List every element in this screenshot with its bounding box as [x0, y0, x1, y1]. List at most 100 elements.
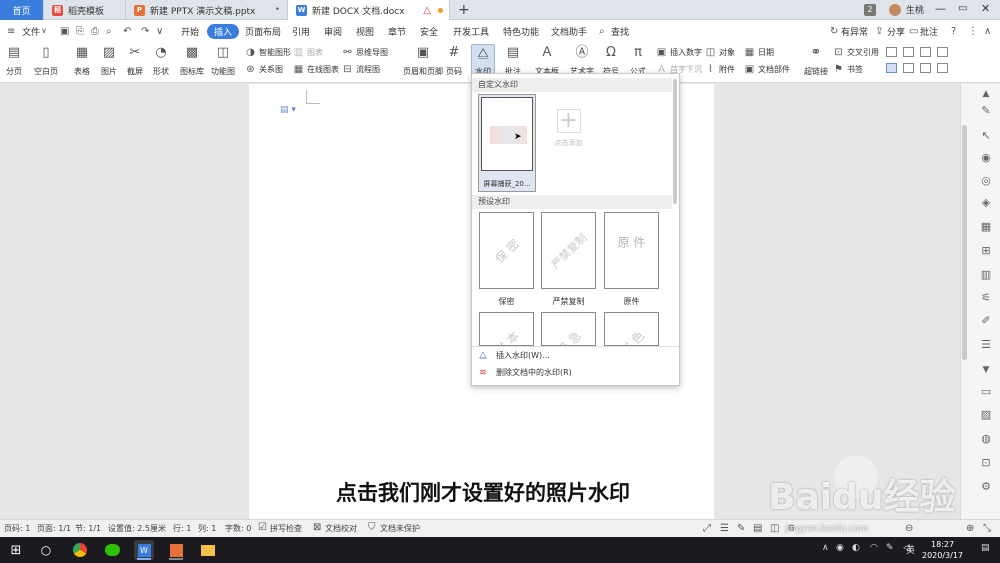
wifi-icon[interactable]: ◠ [870, 543, 878, 553]
tab-docer[interactable]: 稻 稻壳模板 [44, 0, 126, 20]
notification-icon[interactable]: ▤ [981, 543, 990, 553]
bookmark-button[interactable]: ⚑ 书签 [833, 64, 863, 75]
blank-page-button[interactable]: ▯ 空白页 [34, 46, 58, 77]
layout-option-icon[interactable] [937, 47, 948, 57]
style-icon[interactable]: ◈ [979, 196, 993, 210]
flowchart-button[interactable]: ⊟ 流程图 [342, 64, 380, 75]
sync-icon[interactable]: ↻ [830, 26, 838, 37]
cross-reference-button[interactable]: ⊡ 交叉引用 [833, 47, 879, 58]
smart-art-button[interactable]: ◑ 智能图形 [245, 47, 291, 58]
menu-file[interactable]: 文件 [22, 25, 40, 38]
hyperlink-button[interactable]: ⚭ 超链接 [804, 46, 828, 77]
protection-status[interactable]: 文档未保护 [380, 523, 420, 534]
grid-icon[interactable]: ⊞ [979, 244, 993, 258]
search-icon[interactable]: ⌕ [599, 26, 605, 37]
preset-watermark-third[interactable]: 样 色 [604, 312, 659, 346]
layout-option-icon[interactable] [937, 63, 948, 73]
layout-option-icon[interactable] [886, 63, 897, 73]
menu-security[interactable]: 安全 [420, 25, 438, 38]
input-language[interactable]: 英 [906, 543, 915, 556]
preview-icon[interactable]: ⌕ [106, 26, 112, 37]
menu-start[interactable]: 开始 [181, 25, 199, 38]
page-view-icon[interactable]: ▤ [753, 523, 762, 534]
frame-icon[interactable]: ▭ [979, 385, 993, 399]
function-chart-button[interactable]: ◫ 功能图 [211, 46, 235, 77]
dropdown-scrollbar[interactable] [673, 79, 677, 204]
menu-features[interactable]: 特色功能 [503, 25, 539, 38]
icon-library-button[interactable]: ▩ 图标库 [180, 46, 204, 77]
save-icon[interactable]: ▣ [60, 26, 69, 37]
layout-option-icon[interactable] [886, 47, 897, 57]
wechat-icon[interactable] [102, 540, 122, 560]
menu-review[interactable]: 审阅 [324, 25, 342, 38]
search-label[interactable]: 查找 [611, 25, 629, 38]
page-break-button[interactable]: ▤ 分页 [6, 46, 22, 77]
cortana-search-icon[interactable]: ○ [36, 540, 56, 560]
online-chart-button[interactable]: ▦ 在线图表 [293, 64, 339, 75]
wps-presentation-icon[interactable] [166, 540, 186, 560]
menu-lines-icon[interactable]: ≡ [7, 26, 15, 37]
insert-watermark-item[interactable]: ⧋ 插入水印(W)... [478, 348, 550, 363]
menu-chapter[interactable]: 章节 [388, 25, 406, 38]
add-watermark-tile[interactable]: + 点击添加 [551, 109, 586, 159]
table-button[interactable]: ▦ 表格 [74, 46, 90, 77]
location-icon[interactable]: ◉ [979, 151, 993, 165]
fit-page-icon[interactable]: ⤡ [983, 523, 991, 534]
minimize-icon[interactable]: — [935, 2, 946, 15]
delete-watermark-item[interactable]: ≋ 删除文档中的水印(R) [478, 365, 572, 380]
tools-icon[interactable]: ⚙ [979, 480, 993, 494]
spellcheck-button[interactable]: 拼写检查 [270, 523, 302, 534]
layout-option-icon[interactable] [903, 63, 914, 73]
image-icon[interactable]: ▨ [979, 408, 993, 422]
chrome-icon[interactable] [70, 540, 90, 560]
relation-chart-button[interactable]: ⊛ 关系图 [245, 64, 283, 75]
outline-view-icon[interactable]: ☰ [720, 523, 729, 534]
status-abnormal[interactable]: 有异常 [841, 25, 868, 38]
chart-button[interactable]: ▥ 图表 [293, 47, 323, 58]
settings-slider-icon[interactable]: ⚟ [979, 291, 993, 305]
layout-option-icon[interactable] [920, 47, 931, 57]
edit-mode-icon[interactable]: ✎ [737, 523, 745, 534]
chart-side-icon[interactable]: ▥ [979, 268, 993, 282]
tab-pptx[interactable]: P 新建 PPTX 演示文稿.pptx • [126, 0, 288, 20]
pen-tray-icon[interactable]: ✎ [886, 543, 894, 553]
scroll-up-icon[interactable]: ▲ [979, 87, 993, 101]
close-icon[interactable]: • [275, 5, 280, 15]
more-icon[interactable]: ∨ [156, 26, 163, 37]
restore-icon[interactable]: ▭ [958, 3, 967, 14]
redo-icon[interactable]: ↷ [141, 26, 149, 37]
tray-app-icon[interactable]: ◐ [852, 543, 860, 553]
share-icon[interactable]: ⇪ [875, 26, 883, 37]
comment-icon[interactable]: ▭ [909, 26, 918, 37]
zoom-out-icon[interactable]: ⊖ [905, 523, 913, 534]
page-number-button[interactable]: # 页码 [446, 46, 462, 77]
shapes-icon[interactable]: ◎ [979, 174, 993, 188]
preset-watermark-sample[interactable]: 样 本 [479, 312, 534, 346]
avatar[interactable] [889, 4, 901, 16]
header-footer-button[interactable]: ▣ 页眉和页脚 [403, 46, 443, 77]
fullscreen-icon[interactable]: ⤢ [703, 523, 711, 534]
date-button[interactable]: ▦ 日期 [744, 47, 774, 58]
table-side-icon[interactable]: ▦ [979, 220, 993, 234]
preset-watermark-no-copy[interactable]: 严禁复制 [541, 212, 596, 289]
chevron-down-icon[interactable]: ∨ [41, 26, 47, 35]
tray-expand-icon[interactable]: ∧ [822, 543, 829, 553]
more-dots-icon[interactable]: ⋮ [968, 26, 978, 37]
tray-app-icon[interactable]: ◉ [836, 543, 844, 553]
shield-icon[interactable]: ⛉ [368, 522, 376, 533]
tab-home[interactable]: 首页 [0, 0, 44, 20]
web-view-icon[interactable]: ◫ [770, 523, 779, 534]
preset-watermark-original[interactable]: 原 件 [604, 212, 659, 289]
share-button[interactable]: 分享 [887, 25, 905, 38]
undo-icon[interactable]: ↶ [123, 26, 131, 37]
preset-watermark-confidential[interactable]: 保 密 [479, 212, 534, 289]
scroll-down-icon[interactable]: ▼ [979, 363, 993, 377]
vertical-scrollbar[interactable] [962, 125, 967, 360]
picture-button[interactable]: ▨ 图片 [101, 46, 117, 77]
export-icon[interactable]: ⊡ [979, 456, 993, 470]
windows-start-icon[interactable]: ⊞ [6, 540, 26, 560]
tab-docx[interactable]: W 新建 DOCX 文档.docx △ [288, 0, 450, 20]
menu-page-layout[interactable]: 页面布局 [245, 25, 281, 38]
insert-number-button[interactable]: ▣ 插入数字 [656, 47, 702, 58]
attachment-button[interactable]: ⌇ 附件 [705, 64, 735, 75]
